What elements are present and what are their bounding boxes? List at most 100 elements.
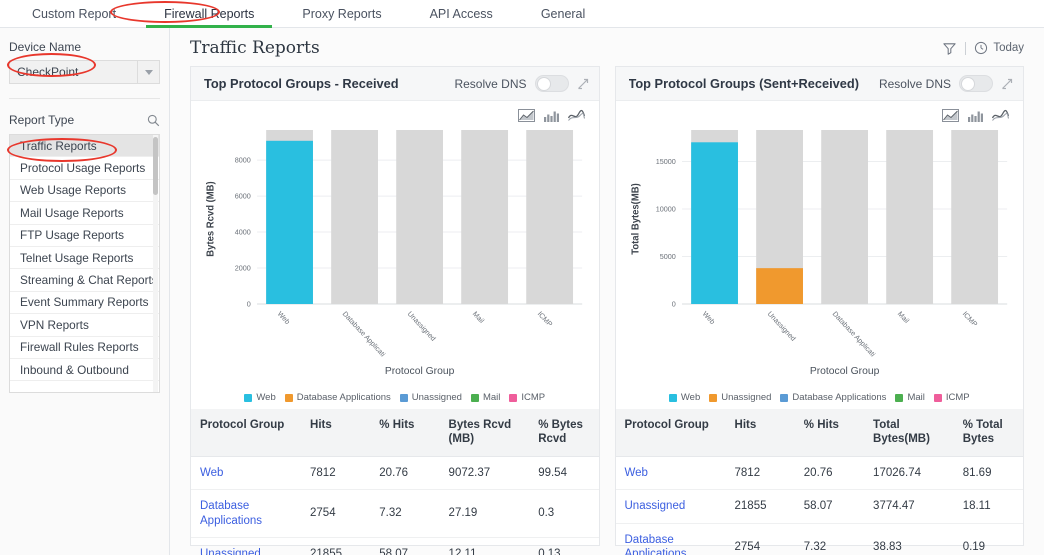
column-header-bytes-rcvd[interactable]: Bytes Rcvd (MB) (439, 409, 530, 457)
cell-protocol-group[interactable]: Unassigned (615, 489, 726, 524)
svg-text:5000: 5000 (659, 253, 675, 261)
report-table-received: Protocol Group Hits % Hits Bytes Rcvd (M… (191, 409, 599, 555)
sidebar-item-ftp-usage-reports[interactable]: FTP Usage Reports (10, 225, 159, 247)
chevron-down-icon[interactable] (137, 61, 159, 83)
clock-icon (974, 41, 988, 55)
svg-text:Web: Web (700, 310, 716, 326)
column-header-protocol-group[interactable]: Protocol Group (615, 409, 726, 457)
column-header-protocol-group[interactable]: Protocol Group (191, 409, 302, 457)
svg-text:0: 0 (247, 301, 251, 309)
table-row: Database Applications 2754 7.32 27.19 0.… (191, 489, 599, 538)
list-item-label: Telnet Usage Reports (20, 250, 134, 265)
tab-label: API Access (429, 6, 493, 21)
expand-icon[interactable] (1001, 78, 1013, 90)
cell-hits: 7812 (301, 456, 371, 491)
sidebar-item-telnet-usage-reports[interactable]: Telnet Usage Reports (10, 247, 159, 270)
bar-chart-icon[interactable] (543, 109, 559, 122)
cell-protocol-group[interactable]: Unassigned (191, 537, 302, 555)
area-chart-icon[interactable] (517, 109, 535, 122)
cell-bytes: 17026.74 (864, 456, 954, 491)
cell-pct-hits: 58.07 (370, 537, 440, 555)
legend-item-mail: Mail (895, 392, 925, 403)
column-header-pct-hits[interactable]: % Hits (794, 409, 865, 457)
sidebar-item-event-summary-reports[interactable]: Event Summary Reports (10, 292, 159, 315)
protocol-group-link[interactable]: Unassigned (200, 548, 261, 555)
cell-bytes: 38.83 (864, 523, 954, 555)
tab-api-access[interactable]: API Access (406, 0, 517, 27)
cell-pct-bytes: 81.69 (953, 456, 1023, 491)
legend-label: Unassigned (721, 392, 772, 403)
tab-label: Firewall Reports (164, 6, 255, 21)
line-chart-icon[interactable] (567, 109, 585, 122)
report-type-scrollbar-thumb[interactable] (153, 137, 158, 195)
search-icon[interactable] (147, 114, 160, 127)
protocol-group-link[interactable]: Web (625, 467, 648, 479)
protocol-group-link[interactable]: Unassigned (625, 500, 686, 512)
bar-chart-icon[interactable] (968, 109, 983, 122)
legend-label: Mail (907, 392, 925, 403)
svg-text:Database Applicati: Database Applicati (830, 310, 876, 359)
sidebar-item-mail-usage-reports[interactable]: Mail Usage Reports (10, 202, 159, 225)
sidebar-item-vpn-reports[interactable]: VPN Reports (10, 314, 159, 337)
protocol-group-link[interactable]: Web (200, 467, 223, 479)
list-item-label: Firewall Rules Reports (20, 340, 139, 355)
list-item-label: FTP Usage Reports (20, 228, 125, 243)
device-name-dropdown[interactable]: CheckPoint (9, 60, 160, 84)
sidebar-item-web-usage-reports[interactable]: Web Usage Reports (10, 180, 159, 203)
cell-pct-hits: 20.76 (370, 456, 440, 491)
date-range-selector[interactable]: Today (974, 41, 1024, 55)
column-header-hits[interactable]: Hits (725, 409, 795, 457)
tab-label: General (540, 6, 586, 21)
cell-bytes: 3774.47 (864, 489, 954, 524)
tab-proxy-reports[interactable]: Proxy Reports (278, 0, 405, 27)
column-header-hits[interactable]: Hits (301, 409, 371, 457)
column-header-pct-total-bytes[interactable]: % Total Bytes (953, 409, 1023, 457)
filter-icon[interactable] (942, 41, 957, 56)
legend-item-icmp: ICMP (933, 392, 970, 403)
cell-pct-hits: 20.76 (794, 456, 865, 491)
legend-label: Web (680, 392, 701, 403)
svg-text:Unassigned: Unassigned (406, 310, 438, 343)
report-type-list[interactable]: Traffic Reports Protocol Usage Reports W… (9, 134, 160, 393)
sidebar-item-traffic-reports[interactable]: Traffic Reports (10, 135, 159, 158)
cell-pct-hits: 58.07 (794, 489, 865, 524)
sidebar-item-protocol-usage-reports[interactable]: Protocol Usage Reports (10, 157, 159, 180)
chart-type-toolbar (616, 101, 1024, 122)
resolve-dns-label: Resolve DNS (454, 76, 527, 91)
tab-general[interactable]: General (517, 0, 609, 27)
cell-protocol-group[interactable]: Web (615, 456, 726, 491)
cell-pct-hits: 7.32 (794, 523, 865, 555)
svg-text:Web: Web (276, 310, 292, 326)
header-divider (965, 41, 967, 55)
list-item-label: Protocol Usage Reports (20, 161, 146, 176)
sidebar-item-inbound-outbound[interactable]: Inbound & Outbound (10, 359, 159, 382)
sidebar-item-firewall-rules-reports[interactable]: Firewall Rules Reports (10, 337, 159, 359)
resolve-dns-toggle[interactable] (959, 75, 993, 92)
svg-text:Protocol Group: Protocol Group (809, 366, 879, 377)
cell-protocol-group[interactable]: Database Applications (615, 523, 726, 555)
cell-hits: 2754 (301, 489, 371, 538)
column-header-pct-hits[interactable]: % Hits (370, 409, 440, 457)
legend-swatch (668, 393, 677, 402)
svg-text:ICMP: ICMP (536, 310, 554, 328)
area-chart-icon[interactable] (942, 109, 959, 122)
tab-custom-report[interactable]: Custom Report (8, 0, 140, 27)
column-header-pct-bytes-rcvd[interactable]: % Bytes Rcvd (529, 409, 599, 457)
resolve-dns-toggle[interactable] (534, 75, 569, 92)
svg-text:Total Bytes(MB): Total Bytes(MB) (630, 183, 641, 255)
legend-swatch (895, 393, 904, 402)
sidebar-item-streaming-chat-reports[interactable]: Streaming & Chat Reports (10, 269, 159, 292)
legend-item-icmp: ICMP (509, 392, 545, 403)
list-item-label: Traffic Reports (20, 138, 97, 153)
legend-item-web: Web (668, 392, 701, 403)
report-type-label: Report Type (9, 113, 75, 127)
table-row: Unassigned 21855 58.07 12.11 0.13 (191, 537, 599, 555)
protocol-group-link[interactable]: Database Applications (625, 534, 687, 555)
column-header-total-bytes[interactable]: Total Bytes(MB) (864, 409, 954, 457)
tab-firewall-reports[interactable]: Firewall Reports (140, 0, 278, 28)
line-chart-icon[interactable] (992, 109, 1009, 122)
protocol-group-link[interactable]: Database Applications (200, 500, 262, 526)
expand-icon[interactable] (577, 78, 589, 90)
cell-protocol-group[interactable]: Database Applications (191, 489, 302, 538)
cell-protocol-group[interactable]: Web (191, 456, 302, 491)
